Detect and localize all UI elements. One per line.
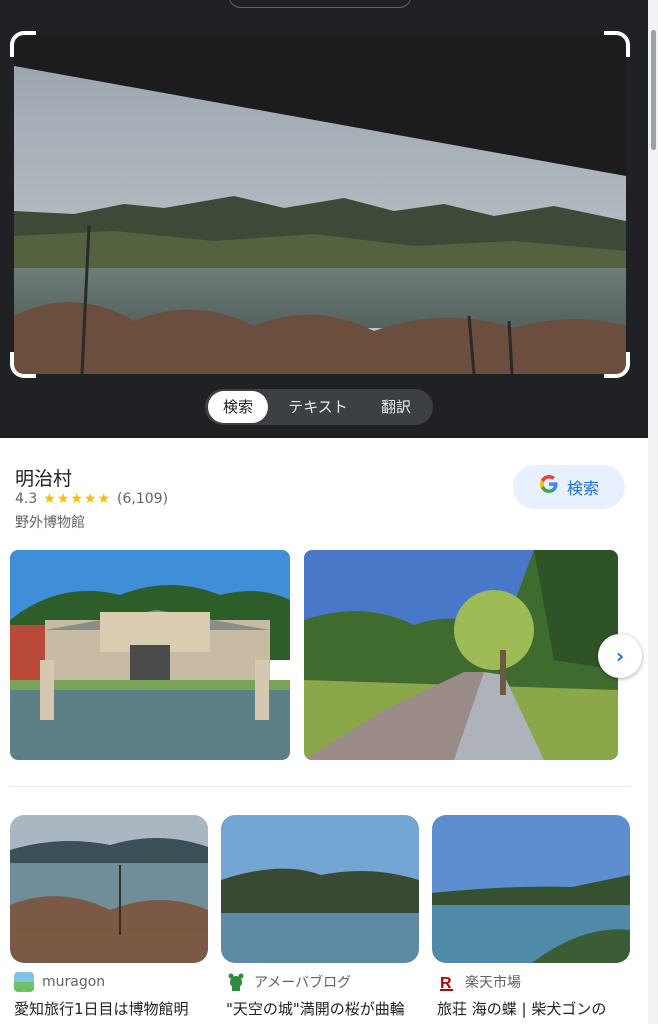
lens-mode-switcher: 検索 テキスト 翻訳 xyxy=(205,389,433,425)
source-name: 楽天市場 xyxy=(465,975,521,991)
google-search-button[interactable]: 検索 xyxy=(513,465,625,509)
rating-value: 4.3 xyxy=(15,491,38,507)
related-image-3[interactable] xyxy=(432,815,630,963)
rating-row: 4.3 ★★★★★ (6,109) xyxy=(15,491,168,507)
place-title[interactable]: 明治村 xyxy=(15,464,72,491)
tab-search[interactable]: 検索 xyxy=(208,391,268,423)
star-rating-icon: ★★★★★ xyxy=(43,491,112,507)
related-title-3[interactable]: 旅荘 海の蝶 | 柴犬ゴンの xyxy=(437,998,637,1019)
top-drag-handle[interactable] xyxy=(228,0,412,8)
carousel-next-button[interactable]: › xyxy=(598,634,642,678)
related-title-2[interactable]: "天空の城"満開の桜が曲輪 xyxy=(226,998,426,1019)
source-name: アメーバブログ xyxy=(254,975,352,991)
related-image-1[interactable] xyxy=(10,815,208,963)
related-title-1[interactable]: 愛知旅行1日目は博物館明 xyxy=(14,998,214,1019)
scrollbar-track[interactable] xyxy=(648,0,658,1024)
review-count: (6,109) xyxy=(117,491,169,507)
place-category: 野外博物館 xyxy=(15,515,85,531)
section-divider xyxy=(10,786,630,787)
scrollbar-thumb[interactable] xyxy=(651,30,656,150)
place-photo-2[interactable] xyxy=(304,550,618,760)
chevron-right-icon: › xyxy=(615,644,625,668)
place-photo-1[interactable] xyxy=(10,550,290,760)
captured-photo[interactable] xyxy=(14,36,626,374)
crop-corner-top-right[interactable] xyxy=(604,31,630,57)
ameba-icon xyxy=(226,972,246,992)
tab-translate[interactable]: 翻訳 xyxy=(368,389,424,425)
crop-corner-top-left[interactable] xyxy=(10,31,36,57)
muragon-icon xyxy=(14,972,34,992)
tab-text[interactable]: テキスト xyxy=(268,389,368,425)
related-source-3[interactable]: R 楽天市場 xyxy=(437,972,521,992)
related-image-2[interactable] xyxy=(221,815,419,963)
search-button-label: 検索 xyxy=(566,479,599,498)
related-source-2[interactable]: アメーバブログ xyxy=(226,972,351,992)
source-name: muragon xyxy=(42,974,106,990)
google-g-icon xyxy=(539,474,559,500)
crop-corner-bottom-left[interactable] xyxy=(10,352,36,378)
related-source-1[interactable]: muragon xyxy=(14,972,105,992)
rakuten-icon: R xyxy=(437,972,457,992)
